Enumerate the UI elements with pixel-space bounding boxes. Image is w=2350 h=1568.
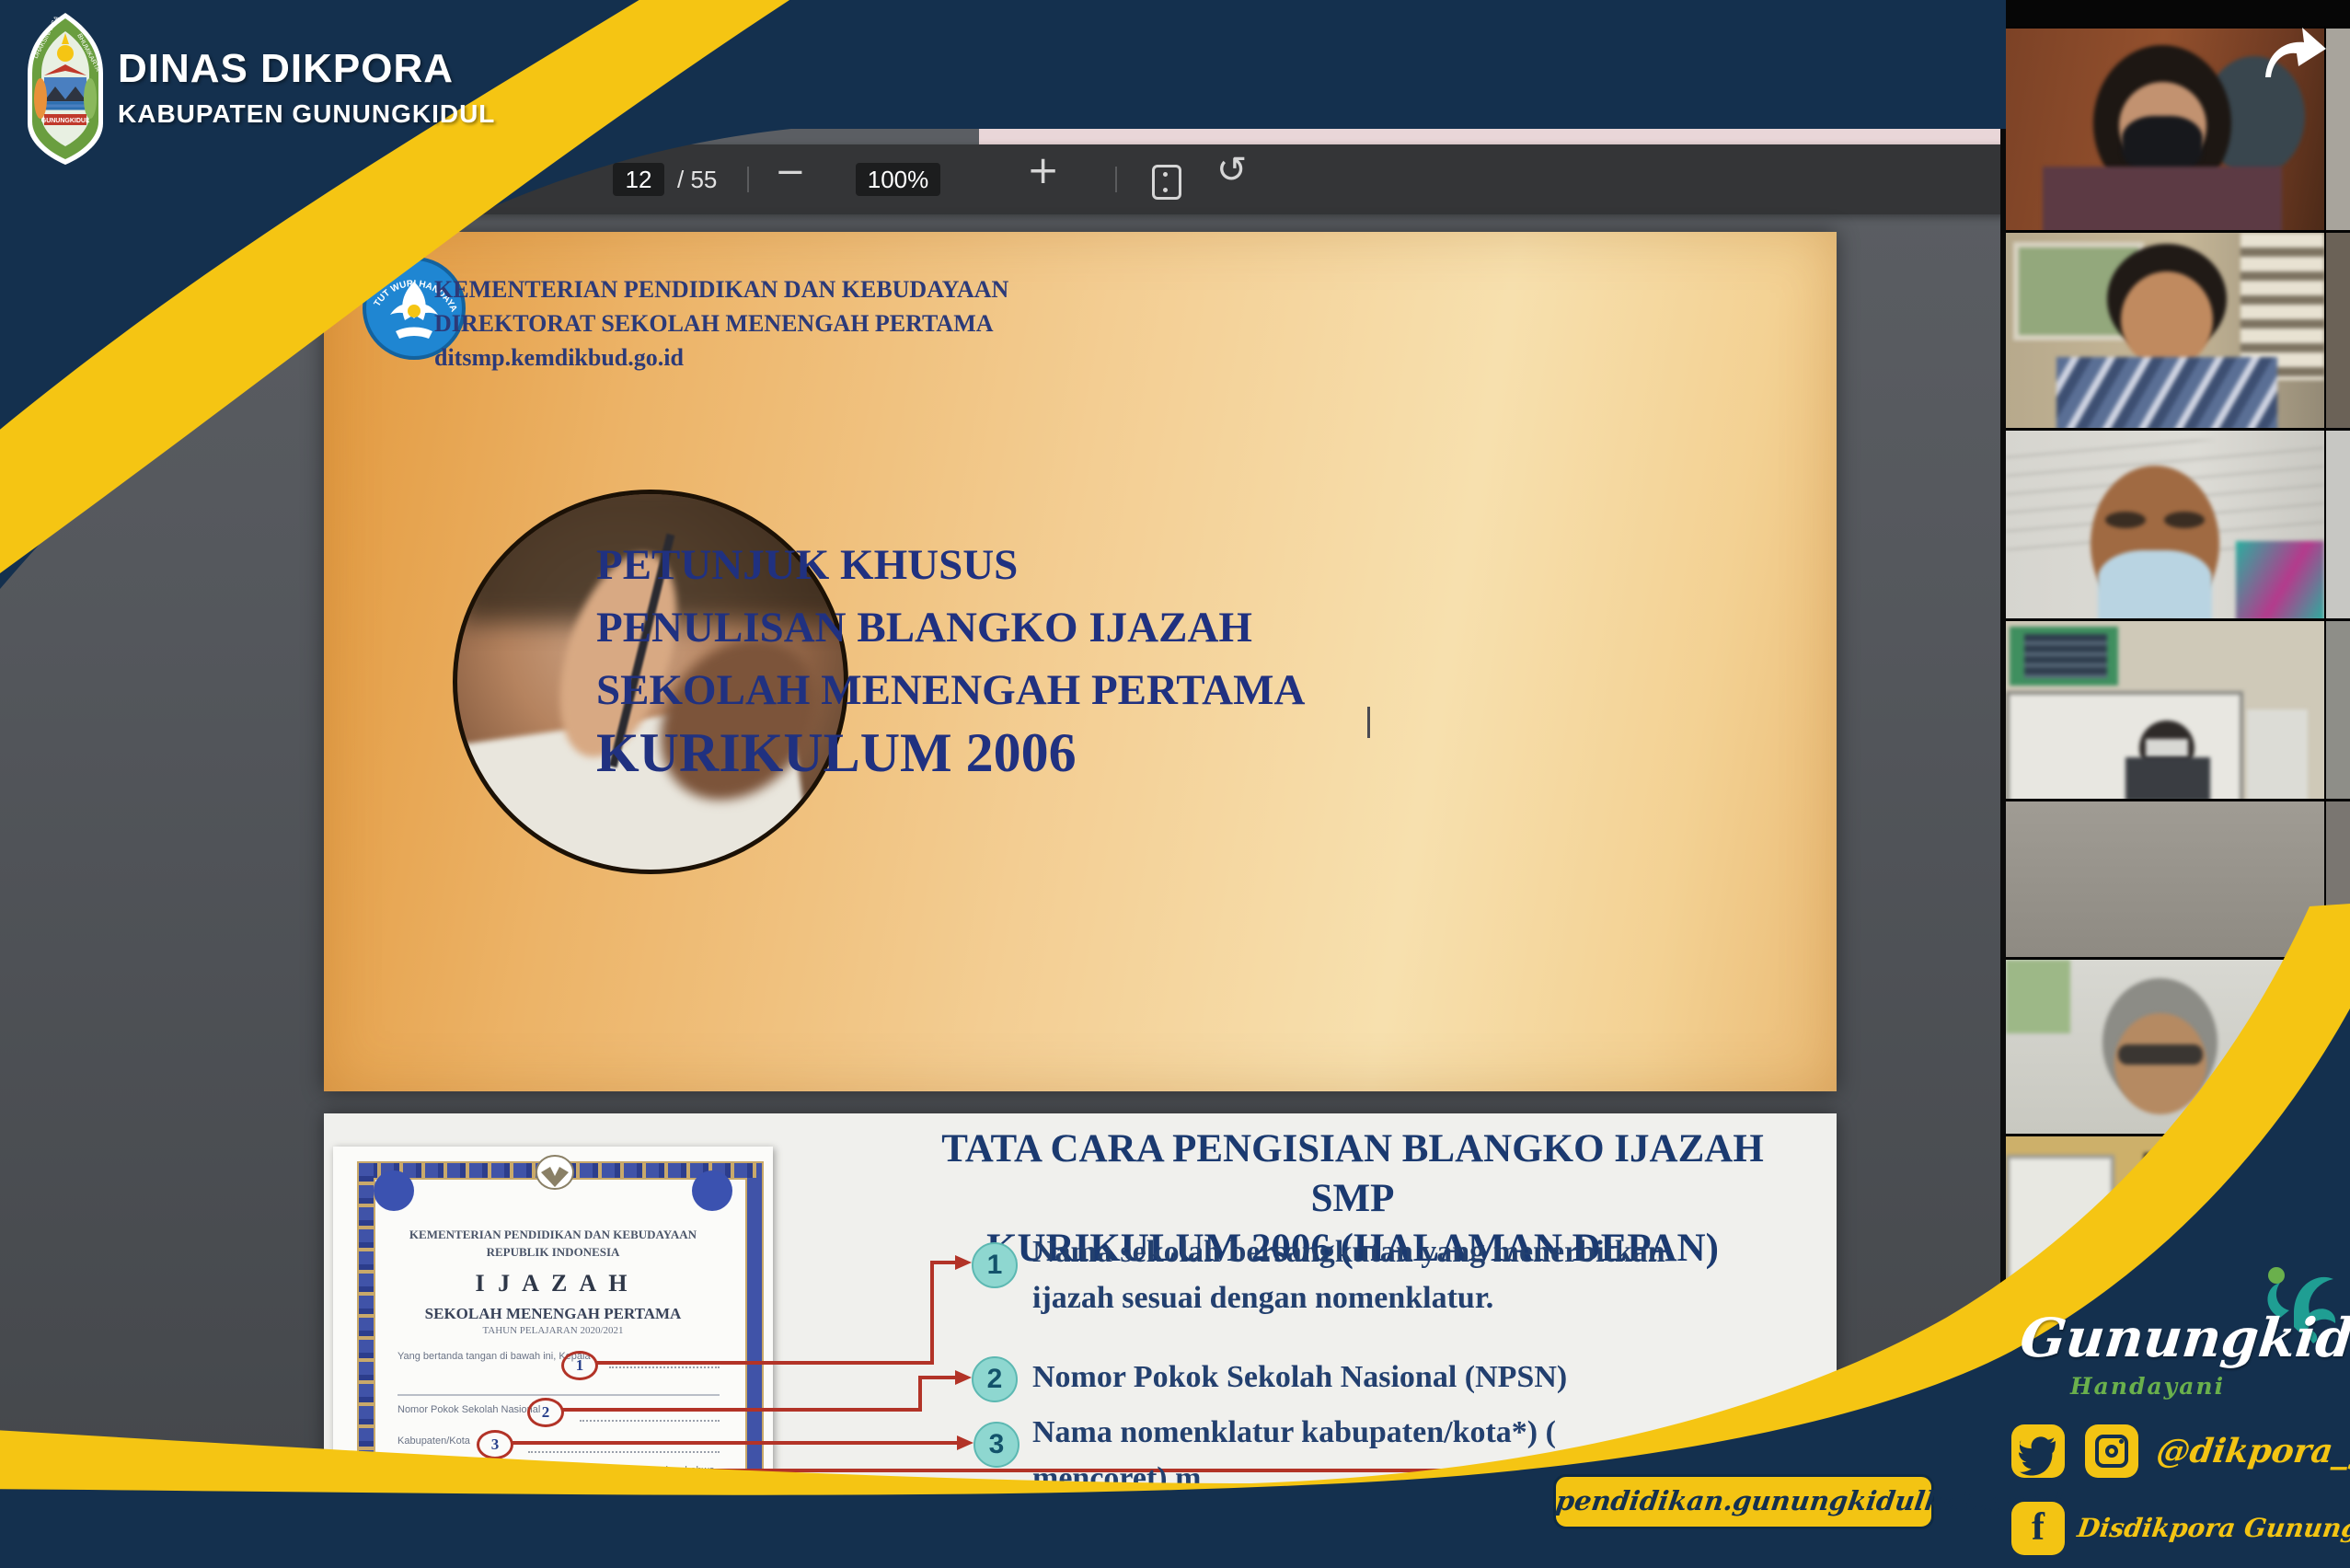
clipped-video-column (2324, 799, 2350, 960)
instagram-icon (2085, 1424, 2138, 1478)
website-url: pendidikan.gunungkidulkab.go.id (1552, 1477, 2066, 1525)
slide-title-line-1: PETUNJUK KHUSUS (596, 534, 1305, 596)
clipped-video-column (2324, 957, 2350, 1136)
video-strip-top-bar (2006, 0, 2350, 26)
window (2006, 960, 2070, 1033)
org-subtitle: KABUPATEN GUNUNGKIDUL (118, 99, 495, 129)
website-banner: pendidikan.gunungkidulkab.go.id (1553, 1474, 1934, 1529)
brand-tagline: Handayani (2070, 1373, 2225, 1400)
participant-eyes (2164, 512, 2205, 528)
item-1-line-1: Nama sekolah bersangkutan yang menerbitk… (1032, 1229, 1665, 1275)
item-1-line-2: ijazah sesuai dengan nomenklatur. (1032, 1275, 1665, 1321)
participant-face (2121, 271, 2213, 368)
clipped-video-column (2324, 428, 2350, 621)
page-number-input[interactable]: 12 (613, 163, 664, 196)
batik-shirt (2043, 167, 2282, 233)
app-window: 12 / 55 − 100% + ↻ TUT WURI HANDAYANI KE… (0, 0, 2350, 1568)
ministry-line-2: DIREKTORAT SEKOLAH MENENGAH PERTAMA (434, 306, 1008, 340)
whiteboard (2006, 1155, 2114, 1291)
ministry-line-1: KEMENTERIAN PENDIDIKAN DAN KEBUDAYAAN (434, 272, 1008, 306)
participant-video[interactable] (2006, 957, 2324, 1136)
facebook-name: Disdikpora Gunungkidul (2076, 1513, 2350, 1543)
zoom-in-button[interactable]: + (1027, 154, 1059, 187)
participant-video[interactable] (2006, 618, 2324, 801)
glasses (2118, 1044, 2203, 1065)
face-mask (2122, 116, 2203, 173)
gunungkidul-crest-logo: GUNUNGKIDUL DHAKSINARGA BHUMIKARTA (22, 11, 109, 167)
item-2-text: Nomor Pokok Sekolah Nasional (NPSN) (1032, 1355, 1567, 1401)
slide-title-line-3: SEKOLAH MENENGAH PERTAMA (596, 659, 1305, 721)
brand-name: Gunungkidul (2017, 1307, 2327, 1369)
social-handle: @dikpora_gk (2154, 1432, 2350, 1470)
zoom-level-input[interactable]: 100% (856, 163, 940, 196)
face-mask (2146, 739, 2188, 757)
item-1-text: Nama sekolah bersangkutan yang menerbitk… (1032, 1229, 1665, 1321)
share-arrow-icon[interactable] (2260, 24, 2328, 81)
item-1-badge: 1 (972, 1242, 1018, 1288)
text-cursor (1367, 707, 1370, 738)
participant-video[interactable] (2006, 230, 2324, 431)
toolbar-divider (747, 167, 749, 192)
face-mask (2098, 550, 2212, 621)
slide-title-line-2: PENULISAN BLANGKO IJAZAH (596, 596, 1305, 659)
participant-video[interactable] (2006, 428, 2324, 621)
slide-ministry-block: KEMENTERIAN PENDIDIKAN DAN KEBUDAYAAN DI… (434, 272, 1008, 375)
clipped-video-column (2324, 230, 2350, 431)
fabric (2236, 541, 2324, 621)
fit-to-page-button[interactable] (1152, 165, 1181, 200)
wall-chart (2024, 634, 2107, 678)
browser-window-edge (979, 129, 2006, 144)
item-3-line-1: Nama nomenklatur kabupaten/kota*) ( (1032, 1410, 1556, 1456)
facebook-glyph: f (2011, 1505, 2065, 1550)
participant-eyes (2105, 512, 2146, 528)
twitter-icon (2011, 1424, 2065, 1478)
crest-banner-text: GUNUNGKIDUL (41, 118, 90, 124)
item-3-text: Nama nomenklatur kabupaten/kota*) ( menc… (1032, 1410, 1556, 1502)
toolbar-divider (1115, 167, 1117, 192)
zoom-out-button[interactable]: − (775, 156, 806, 189)
page-total: 55 (690, 166, 717, 193)
clipped-video-column (2324, 618, 2350, 801)
rotate-button[interactable]: ↻ (1216, 154, 1248, 187)
page-separator: / (677, 166, 684, 193)
participant-body (2125, 757, 2210, 801)
slide-title-line-4: KURIKULUM 2006 (596, 721, 1305, 784)
clipped-video-column (2324, 26, 2350, 233)
org-title: DINAS DIKPORA (118, 46, 454, 92)
slide-title: PETUNJUK KHUSUS PENULISAN BLANGKO IJAZAH… (596, 534, 1305, 784)
batik-shirt (2056, 357, 2277, 431)
pdf-toolbar: 12 / 55 − 100% + ↻ (0, 144, 2006, 214)
facebook-icon: f (2011, 1502, 2065, 1555)
participant-video[interactable] (2006, 799, 2324, 960)
item-3-badge: 3 (973, 1422, 1019, 1468)
item-3-line-2: mencoret) m (1032, 1456, 1556, 1502)
page-count-label: / 55 (677, 163, 717, 196)
item-2-badge: 2 (972, 1356, 1018, 1402)
cabinet (2247, 709, 2308, 801)
ministry-line-3: ditsmp.kemdikbud.go.id (434, 340, 1008, 375)
